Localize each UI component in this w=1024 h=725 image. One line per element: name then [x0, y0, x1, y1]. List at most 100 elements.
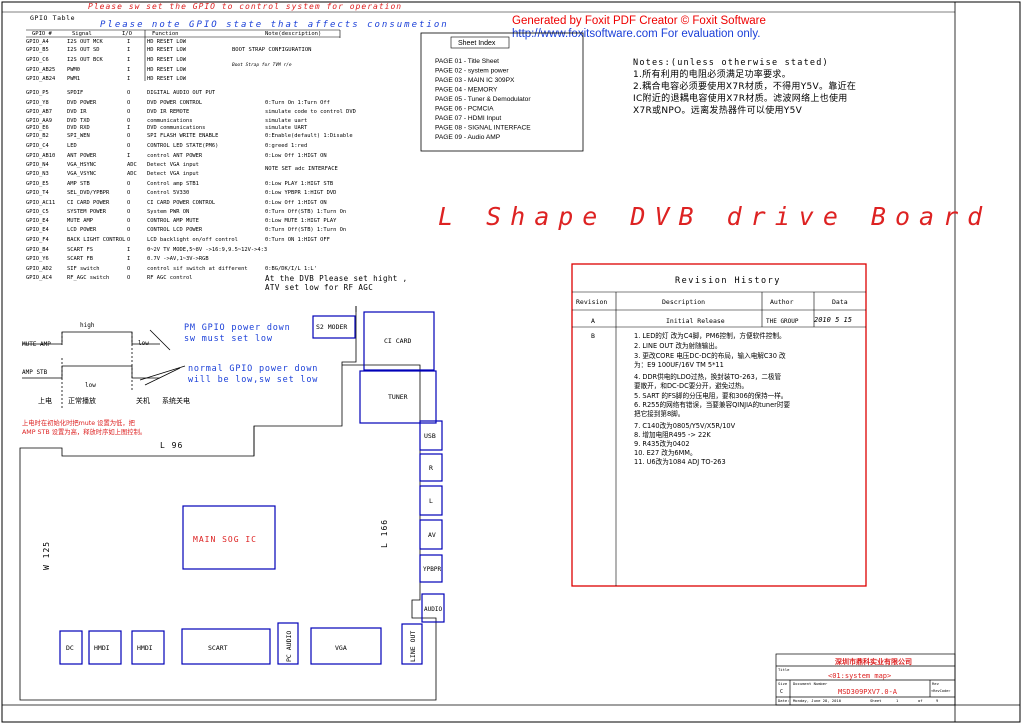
revision-a-desc: Initial Release [666, 317, 725, 325]
gpio-cell: DVD IR [67, 109, 87, 115]
revision-item: 4. DDR供电的LDO过热，换封装TO-263，二极管 [634, 372, 782, 381]
gpio-cell: SCART FB [67, 256, 93, 262]
w125-label: W 125 [42, 541, 51, 570]
gpio-cell: GPIO_E5 [26, 181, 49, 187]
gpio-cell: O [127, 143, 130, 149]
gpio-header-gpio: GPIO # [32, 31, 53, 37]
revision-item: 10. E27 改为6MM。 [634, 448, 697, 457]
gpio-cell: SCART FS [67, 247, 93, 253]
timing-note-2: AMP STB 设置为高，释放时序如上图控制。 [22, 427, 146, 436]
gpio-cell: CONTROL AMP MUTE [147, 218, 199, 224]
revision-item: 把它接到第8脚。 [634, 409, 684, 418]
notes-line-1: 1.所有利用的电阻必须满足功率要求。 [633, 68, 791, 80]
gpio-cell: GPIO_C4 [26, 143, 49, 149]
gpio-cell: GPIO_F4 [26, 237, 49, 243]
gpio-cell: O [127, 275, 130, 281]
boot-strap-config: BOOT STRAP CONFIGURATION [232, 47, 311, 53]
gpio-cell: SEL_DVD/YPBPR [67, 190, 110, 196]
timing-amp-stb: AMP STB [22, 369, 48, 376]
company-name: 深圳市鼎科实业有限公司 [835, 657, 912, 666]
revision-item: 8. 增加电阻R495 -> 22K [634, 430, 711, 439]
foxit-line-2[interactable]: http://www.foxitsoftware.com For evaluat… [512, 28, 760, 40]
gpio-cell: GPIO_AC4 [26, 275, 52, 281]
timing-sys-off: 系统关电 [162, 396, 190, 405]
gpio-cell: O [127, 109, 130, 115]
gpio-cell: CI CARD POWER CONTROL [147, 200, 215, 206]
gpio-cell: GPIO_AB24 [26, 76, 55, 82]
revision-header-rev: Revision [576, 298, 607, 306]
gpio-cell: VGA_VSYNC [67, 171, 96, 177]
gpio-cell: 0:Low Off 1:HIGT ON [265, 153, 327, 159]
sheet-index-pages: PAGE 01 - Title Sheet PAGE 02 - system po… [435, 58, 531, 141]
gpio-cell: I [127, 39, 130, 45]
scart-label: SCART [208, 644, 228, 652]
gpio-cell: GPIO_AB10 [26, 153, 55, 159]
gpio-cell: LCD backlight on/off control [147, 237, 238, 243]
gpio-cell: DVD POWER [67, 100, 97, 106]
gpio-header-io: I/O [122, 31, 132, 37]
line-out-label: LINE OUT [409, 631, 417, 662]
gpio-cell: LED [67, 143, 77, 149]
revision-b-rev: B [591, 332, 595, 340]
gpio-cell: I [127, 47, 130, 53]
gpio-cell: GPIO_Y8 [26, 100, 49, 106]
gpio-cell: DVD RXD [67, 125, 90, 131]
revision-item: 3. 更改CORE 电压DC-DC的布局，输入电解C30 改 [634, 351, 786, 360]
timing-note-1: 上电时在初始化时把mute 设置为低，把 [22, 418, 136, 427]
gpio-cell: O [127, 181, 130, 187]
sheet-index-item: PAGE 01 - Title Sheet [435, 58, 499, 65]
gpio-cell: 0:Turn On 1:Turn Off [265, 100, 330, 106]
gpio-cell: SYSTEM POWER [67, 209, 107, 215]
gpio-cell: GPIO_AC11 [26, 200, 55, 206]
revision-header-desc: Description [662, 298, 705, 306]
gpio-cell: DVD IR REMOTE [147, 109, 189, 115]
gpio-cell: AMP STB [67, 181, 90, 187]
gpio-cell: I [127, 57, 130, 63]
gpio-cell: 0~2V TV MODE,5~8V ->16:9,9.5~12V->4:3 [147, 247, 267, 253]
gpio-cell: DVD TXD [67, 118, 90, 124]
revision-item: 9. R435改为0402 [634, 439, 690, 448]
usb-label: USB [424, 432, 436, 440]
revision-item: 6. R255的网络有错误，当要兼容QINJIA的tuner时要 [634, 400, 790, 409]
gpio-cell: 0:Enable(default) 1:Disable [265, 133, 353, 139]
gpio-cell: O [127, 190, 130, 196]
gpio-cell: ANT POWER [67, 153, 97, 159]
sheet-index: Sheet Index PAGE 01 - Title Sheet PAGE 02… [420, 32, 584, 152]
notes-line-3: IC附近的退耦电容使用X7R材质。滤波网络上也使用 [633, 92, 848, 104]
gpio-cell: GPIO_AB7 [26, 109, 52, 115]
gpio-cell: GPIO_E4 [26, 218, 49, 224]
sheet-index-item: PAGE 02 - system power [435, 68, 509, 75]
title-value: <01:system map> [828, 672, 891, 680]
gpio-cell: GPIO_N3 [26, 171, 49, 177]
gpio-cell: I2S OUT MCK [67, 39, 103, 45]
gpio-cell: GPIO_B2 [26, 133, 49, 139]
gpio-cell: I2S OUT SD [67, 47, 99, 53]
gpio-rows: GPIO_A4 I2S OUT MCK I HD RESET LOW GPIO_B5 I2… [26, 39, 356, 281]
normal-gpio-line-1: normal GPIO power down [188, 364, 318, 374]
rev-value: <RevCode> [931, 689, 951, 693]
gpio-note: Please note GPIO state that affects cons… [100, 20, 449, 30]
ypbpr-label: YPBPR [423, 566, 441, 573]
gpio-cell: DIGITAL AUDIO OUT PUT [147, 90, 216, 96]
revision-a-rev: A [591, 317, 595, 325]
revision-title: Revision History [675, 276, 781, 286]
gpio-cell: I [127, 153, 130, 159]
notes-line-2: 2.耦合电容必须要使用X7R材质，不得用Y5V。靠近在 [633, 80, 856, 92]
gpio-cell: O [127, 209, 130, 215]
gpio-cell: Control amp STB1 [147, 181, 199, 187]
gpio-cell: 0:Low Off 1:HIGT ON [265, 200, 327, 206]
gpio-cell: HD RESET LOW [147, 76, 187, 82]
top-red-note: Please sw set the GPIO to control system… [88, 2, 402, 11]
gpio-cell: VGA_HSYNC [67, 162, 96, 168]
dvb-note-1: At the DVB Please set hight , [265, 274, 408, 283]
gpio-cell: I2S OUT BCK [67, 57, 103, 63]
pm-gpio-line-2: sw must set low [184, 334, 273, 344]
gpio-cell: 0:greed 1:red [265, 143, 307, 149]
gpio-cell: ADC [127, 162, 137, 168]
date-label: Date: [778, 698, 789, 703]
gpio-table: GPIO Table Please note GPIO state that a… [26, 14, 449, 292]
timing-low-2: low [85, 382, 96, 389]
gpio-cell: 0.7V ->AV,1~3V->RGB [147, 256, 209, 262]
gpio-cell: O [127, 90, 130, 96]
gpio-cell: BACK LIGHT CONTROL [67, 237, 125, 243]
